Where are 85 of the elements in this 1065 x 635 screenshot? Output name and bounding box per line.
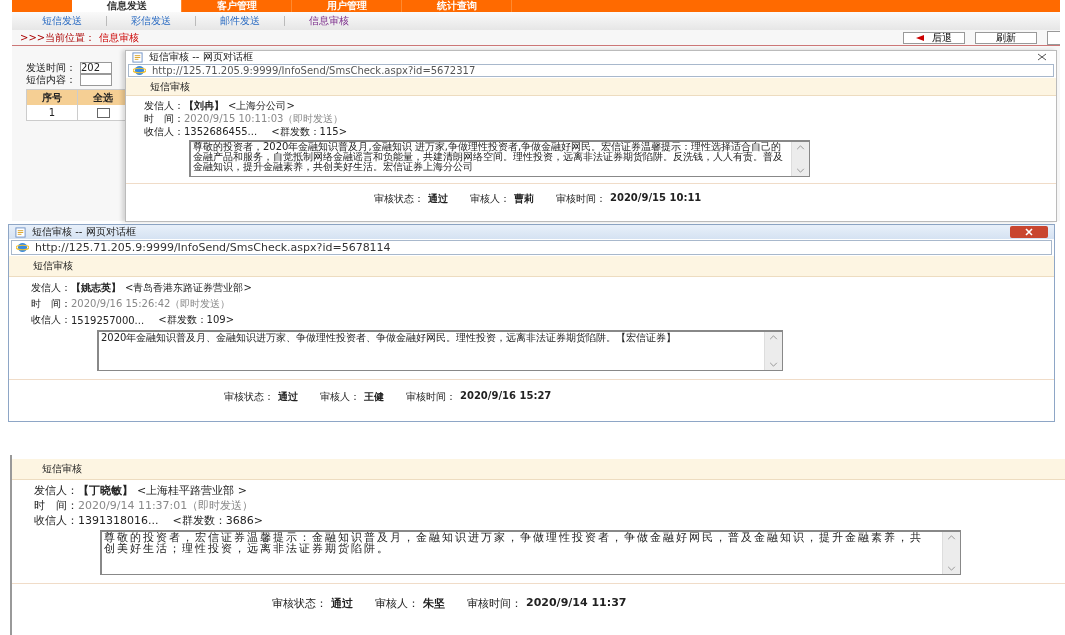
send-time-label: 发送时间： bbox=[26, 61, 76, 74]
review-time-label: 审核时间： bbox=[467, 596, 522, 611]
send-time-value: 2020/9/14 11:37:01（即时发送） bbox=[78, 498, 254, 513]
sender-label: 发信人： bbox=[31, 281, 71, 295]
close-icon bbox=[1024, 228, 1034, 236]
recipient-label: 收信人： bbox=[31, 313, 71, 327]
scrollbar[interactable] bbox=[764, 332, 782, 370]
sub-nav-link[interactable]: 短信发送 bbox=[42, 14, 82, 28]
scroll-up-icon bbox=[769, 335, 778, 340]
review-time-value: 2020/9/15 10:11 bbox=[610, 192, 702, 205]
time-label: 时 间： bbox=[144, 111, 184, 126]
dialog-title: 短信审核 -- 网页对话框 bbox=[149, 50, 253, 64]
row-checkbox[interactable] bbox=[96, 107, 110, 118]
recipient-count: <群发数：115> bbox=[271, 124, 348, 139]
sub-nav-link[interactable]: 邮件发送 bbox=[220, 14, 260, 28]
nav-tab[interactable]: 信息发送 bbox=[72, 0, 182, 12]
recipient-number: 1352686455... bbox=[184, 126, 258, 137]
scroll-up-icon bbox=[947, 535, 956, 540]
section-title: 短信审核 bbox=[33, 259, 73, 273]
sender-name: 【姚志英】 bbox=[71, 281, 121, 295]
reviewer-name: 朱坚 bbox=[423, 596, 445, 611]
back-button[interactable]: 后退 bbox=[903, 31, 965, 44]
recipient-count: <群发数：3686> bbox=[172, 513, 263, 528]
breadcrumb-label: >>>当前位置： bbox=[20, 30, 96, 45]
review-time-value: 2020/9/14 11:37 bbox=[526, 596, 627, 611]
sender-name: 【丁晓敏】 bbox=[78, 483, 133, 498]
url-text: http://125.71.205.9:9999/InfoSend/SmsCheck.aspx?id=5672317 bbox=[152, 65, 476, 76]
sender-name: 【刘冉】 bbox=[184, 98, 224, 113]
reviewer-label: 审核人： bbox=[375, 596, 419, 611]
sub-nav-link[interactable]: 信息审核 bbox=[309, 14, 349, 28]
sender-branch: <上海桂平路营业部 > bbox=[137, 483, 247, 498]
send-time-value: 2020/9/15 10:11:03（即时发送） bbox=[184, 111, 344, 126]
refresh-button[interactable]: 刷新 bbox=[975, 31, 1037, 44]
triangle-left-icon bbox=[916, 34, 924, 41]
content-field[interactable] bbox=[80, 74, 112, 86]
status-label: 审核状态： bbox=[272, 596, 327, 611]
recipient-label: 收信人： bbox=[144, 124, 184, 139]
sender-branch: <青岛香港东路证券营业部> bbox=[125, 281, 252, 295]
status-value: 通过 bbox=[428, 192, 448, 206]
recipient-count: <群发数：109> bbox=[158, 313, 235, 327]
reviewer-label: 审核人： bbox=[470, 192, 510, 206]
scrollbar[interactable] bbox=[942, 532, 960, 574]
recipient-label: 收信人： bbox=[34, 513, 78, 528]
reviewer-label: 审核人： bbox=[320, 390, 360, 404]
reviewer-name: 曹莉 bbox=[514, 192, 534, 206]
status-value: 通过 bbox=[331, 596, 353, 611]
scroll-down-icon bbox=[769, 362, 778, 367]
scroll-down-icon bbox=[796, 168, 805, 173]
sender-branch: <上海分公司> bbox=[228, 98, 295, 113]
content-label: 短信内容： bbox=[26, 73, 76, 87]
address-bar[interactable]: http://125.71.205.9:9999/InfoSend/SmsCheck.aspx?id=5678114 bbox=[11, 240, 1052, 255]
breadcrumb-current: 信息审核 bbox=[99, 30, 140, 45]
url-text: http://125.71.205.9:9999/InfoSend/SmsCheck.aspx?id=5678114 bbox=[35, 241, 391, 254]
send-time-field[interactable]: 202 bbox=[80, 62, 112, 74]
reviewer-name: 王健 bbox=[364, 390, 384, 404]
table-cell: 1 bbox=[27, 105, 78, 120]
sender-label: 发信人： bbox=[34, 483, 78, 498]
section-title: 短信审核 bbox=[42, 462, 82, 476]
status-value: 通过 bbox=[278, 390, 298, 404]
dialog-title: 短信审核 -- 网页对话框 bbox=[32, 225, 136, 239]
browser-globe-icon bbox=[133, 65, 146, 76]
recipient-number: 1519257000... bbox=[71, 314, 145, 326]
status-label: 审核状态： bbox=[224, 390, 274, 404]
close-icon bbox=[1037, 53, 1047, 61]
close-button[interactable] bbox=[1010, 226, 1048, 238]
status-label: 审核状态： bbox=[374, 192, 424, 206]
recipient-number: 1391318016... bbox=[78, 514, 159, 527]
sender-label: 发信人： bbox=[144, 98, 184, 113]
scrollbar[interactable] bbox=[791, 142, 809, 176]
time-label: 时 间： bbox=[34, 498, 78, 513]
scroll-up-icon bbox=[796, 145, 805, 150]
address-bar[interactable]: http://125.71.205.9:9999/InfoSend/SmsCheck.aspx?id=5672317 bbox=[128, 64, 1054, 77]
scroll-down-icon bbox=[947, 566, 956, 571]
review-time-label: 审核时间： bbox=[406, 390, 456, 404]
browser-globe-icon bbox=[16, 242, 29, 253]
review-time-value: 2020/9/16 15:27 bbox=[460, 390, 552, 403]
send-time-value: 2020/9/16 15:26:42（即时发送） bbox=[71, 297, 231, 311]
sub-nav-link[interactable]: 彩信发送 bbox=[131, 14, 171, 28]
message-field[interactable]: 尊敬的投资者，2020年金融知识普及月,金融知识 进万家,争做理性投资者,争做金融好网民。宏信证券温馨提示：理性选择适合自己的金融产品和服务，自觉抵制网络金融谣言和负能量，共建清朗网络空间。理性投资，远离非法证券期货陷阱。反洗钱，人人有责。普及金融知识，提升金融素养，共创美好生活。宏信证券上海分公司 bbox=[189, 140, 810, 177]
message-field[interactable]: 2020年金融知识普及月、金融知识进万家、争做理性投资者、争做金融好网民。理性投资，远离非法证券期货陷阱。【宏信证券】 bbox=[97, 330, 783, 371]
section-title: 短信审核 bbox=[150, 79, 190, 94]
review-time-label: 审核时间： bbox=[556, 192, 606, 206]
toolbar-button[interactable] bbox=[1047, 30, 1060, 45]
message-field[interactable]: 尊敬的投资者，宏信证券温馨提示：金融知识普及月，金融知识进万家，争做理性投资者，争做金融好网民，普及金融知识，提升金融素养，共创美好生活；理性投资，远离非法证券期货陷阱。 bbox=[100, 530, 961, 575]
time-label: 时 间： bbox=[31, 297, 71, 311]
